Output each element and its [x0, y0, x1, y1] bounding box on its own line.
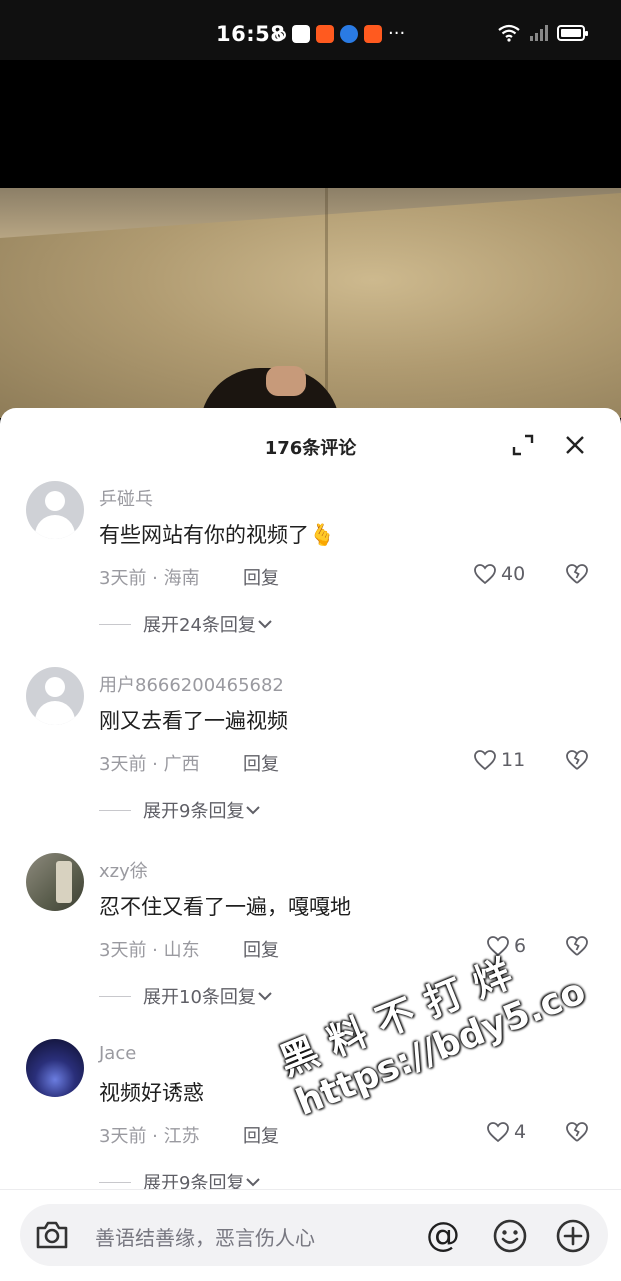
- comment-input-bar: 善语结善缘，恶言伤人心 @: [0, 1189, 621, 1281]
- video-hand: [266, 366, 306, 396]
- heart-icon: [487, 936, 509, 957]
- expand-replies-button[interactable]: 展开10条回复: [99, 983, 274, 1009]
- comment-text: 有些网站有你的视频了🫰: [99, 523, 336, 547]
- comment-meta: 3天前 · 广西: [99, 754, 200, 775]
- wifi-icon: [498, 24, 520, 42]
- reply-button[interactable]: 回复: [243, 564, 279, 590]
- divider-line: [99, 623, 131, 625]
- avatar[interactable]: [26, 853, 84, 911]
- video-wall-seam: [325, 188, 328, 418]
- dislike-button[interactable]: [565, 563, 589, 589]
- like-count: 40: [501, 563, 526, 585]
- like-count: 4: [514, 1121, 527, 1143]
- divider-line: [99, 995, 131, 997]
- comment-input-placeholder: 善语结善缘，恶言伤人心: [95, 1226, 315, 1250]
- comment-username[interactable]: 乒碰乓: [99, 485, 153, 511]
- like-button[interactable]: 40: [473, 563, 525, 585]
- comment-meta: 3天前 · 海南: [99, 568, 200, 589]
- status-bar: 16:58 ···: [0, 0, 621, 60]
- dislike-button[interactable]: [565, 749, 589, 775]
- comment-location: 江苏: [163, 1126, 200, 1147]
- notification-icons: ···: [276, 25, 405, 43]
- chevron-down-icon: [246, 806, 261, 815]
- comment-sheet: 176条评论 乒碰乓 有些网站有你的视频了🫰 3天前 · 海南 回复 40 展开…: [0, 408, 621, 1280]
- close-icon: [566, 436, 584, 454]
- broken-heart-icon: [566, 750, 588, 770]
- like-button[interactable]: 4: [486, 1121, 526, 1143]
- avatar[interactable]: [26, 1039, 84, 1097]
- expand-replies-label: 展开9条回复: [143, 801, 245, 822]
- dislike-button[interactable]: [565, 935, 589, 961]
- dislike-button[interactable]: [565, 1121, 589, 1147]
- signal-icon: [530, 25, 548, 41]
- comment-meta: 3天前 · 山东: [99, 940, 200, 961]
- emoji-icon: [493, 1219, 527, 1253]
- comment-item: 乒碰乓 有些网站有你的视频了🫰 3天前 · 海南 回复 40 展开24条回复: [0, 481, 621, 661]
- comment-meta: 3天前 · 江苏: [99, 1126, 200, 1147]
- add-button[interactable]: [555, 1218, 591, 1258]
- divider-line: [99, 809, 131, 811]
- comment-username[interactable]: Jace: [99, 1043, 136, 1064]
- comment-time: 3天前: [99, 1126, 147, 1147]
- heart-icon: [474, 750, 496, 771]
- heart-icon: [474, 564, 496, 585]
- comment-location: 广西: [163, 754, 200, 775]
- orange-app-icon-2: [364, 25, 382, 43]
- like-count: 6: [514, 935, 527, 957]
- comment-item: 用户8666200465682 刚又去看了一遍视频 3天前 · 广西 回复 11…: [0, 667, 621, 847]
- comment-time: 3天前: [99, 754, 147, 775]
- comment-text: 忍不住又看了一遍，嘎嘎地: [99, 895, 351, 919]
- status-time: 16:58: [216, 22, 286, 46]
- camera-icon: [36, 1221, 68, 1249]
- heart-icon: [487, 1122, 509, 1143]
- video-player[interactable]: [0, 188, 621, 418]
- chevron-down-icon: [246, 1178, 261, 1187]
- blue-app-icon: [340, 25, 358, 43]
- more-notifications-icon: ···: [388, 23, 406, 44]
- comment-text: 视频好诱惑: [99, 1081, 204, 1105]
- comment-item: xzy徐 忍不住又看了一遍，嘎嘎地 3天前 · 山东 回复 6 展开10条回复: [0, 853, 621, 1033]
- chevron-down-icon: [258, 992, 272, 1001]
- broken-heart-icon: [566, 936, 588, 956]
- expand-replies-button[interactable]: 展开24条回复: [99, 611, 274, 637]
- chevron-down-icon: [258, 620, 272, 629]
- video-ceiling: [0, 188, 621, 238]
- divider-line: [99, 1181, 131, 1183]
- comment-text: 刚又去看了一遍视频: [99, 709, 288, 733]
- battery-icon: [557, 25, 588, 41]
- emoji-button[interactable]: [492, 1218, 528, 1258]
- expand-replies-button[interactable]: 展开9条回复: [99, 797, 262, 823]
- avatar[interactable]: [26, 667, 84, 725]
- camera-button[interactable]: [34, 1219, 70, 1255]
- chat-app-icon: [292, 25, 310, 43]
- hotspot-icon: [276, 30, 286, 40]
- comment-location: 山东: [163, 940, 200, 961]
- plus-icon: [556, 1219, 590, 1253]
- comment-location: 海南: [163, 568, 200, 589]
- comment-username[interactable]: xzy徐: [99, 857, 148, 883]
- expand-replies-label: 展开10条回复: [143, 987, 256, 1008]
- mention-button[interactable]: @: [426, 1215, 460, 1255]
- orange-app-icon: [316, 25, 334, 43]
- reply-button[interactable]: 回复: [243, 936, 279, 962]
- comment-input[interactable]: 善语结善缘，恶言伤人心 @: [20, 1204, 608, 1266]
- broken-heart-icon: [566, 564, 588, 584]
- fullscreen-toggle-button[interactable]: [508, 430, 538, 460]
- expand-replies-label: 展开24条回复: [143, 615, 256, 636]
- reply-button[interactable]: 回复: [243, 750, 279, 776]
- expand-icon: [512, 434, 534, 456]
- like-button[interactable]: 6: [486, 935, 526, 957]
- comment-time: 3天前: [99, 568, 147, 589]
- comment-time: 3天前: [99, 940, 147, 961]
- close-button[interactable]: [560, 430, 590, 460]
- broken-heart-icon: [566, 1122, 588, 1142]
- avatar[interactable]: [26, 481, 84, 539]
- like-count: 11: [501, 749, 526, 771]
- like-button[interactable]: 11: [473, 749, 525, 771]
- reply-button[interactable]: 回复: [243, 1122, 279, 1148]
- comment-username[interactable]: 用户8666200465682: [99, 671, 284, 697]
